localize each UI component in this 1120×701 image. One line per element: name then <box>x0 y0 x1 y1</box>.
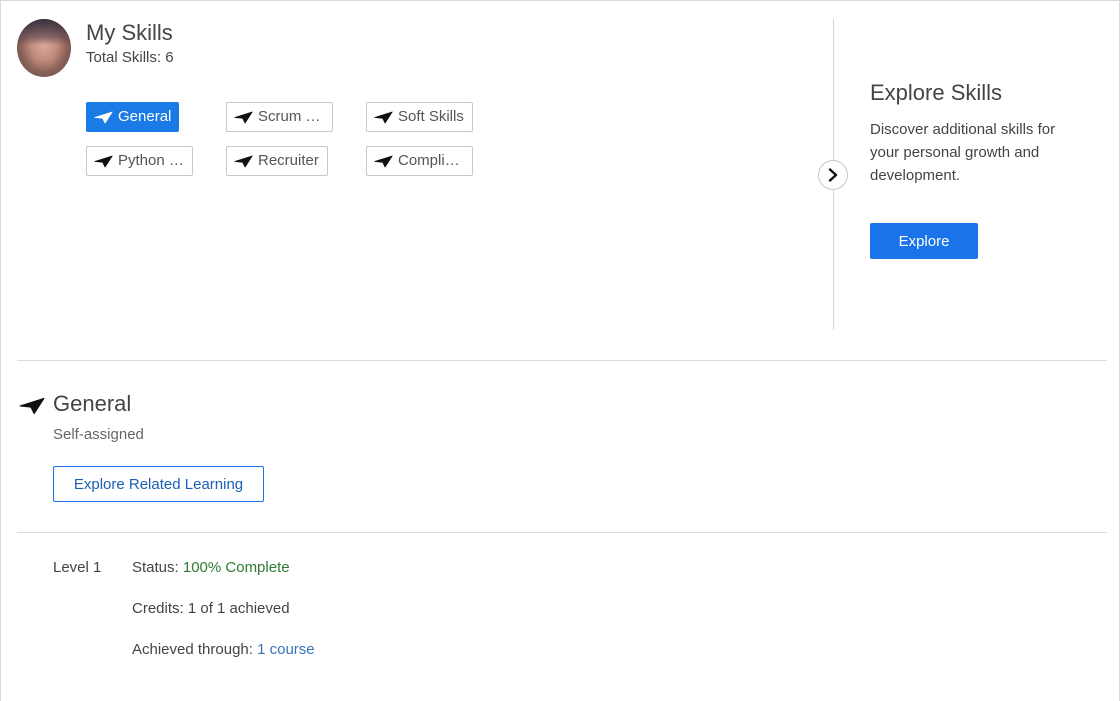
credits-line: Credits: 1 of 1 achieved <box>132 600 290 617</box>
paper-plane-icon <box>374 111 393 124</box>
skill-chip-label: Scrum Master <box>258 108 326 125</box>
paper-plane-icon <box>19 397 45 415</box>
achieved-through-label: Achieved through: <box>132 641 258 658</box>
explore-skills-title: Explore Skills <box>870 80 1003 105</box>
skill-chip-label: Soft Skills <box>398 108 464 125</box>
skill-chip-compliance[interactable]: Compliance <box>366 146 473 176</box>
status-label: Status: <box>132 559 183 576</box>
skill-chip-label: Recruiter <box>258 152 319 169</box>
explore-related-learning-button[interactable]: Explore Related Learning <box>53 466 264 502</box>
explore-skills-description: Discover additional skills for your pers… <box>870 121 1056 184</box>
paper-plane-icon <box>234 111 253 124</box>
status-value: 100% Complete <box>182 559 290 576</box>
page-title: My Skills <box>86 20 173 45</box>
avatar <box>17 19 71 77</box>
skill-chip-label: General <box>118 108 172 125</box>
skill-chip-scrum[interactable]: Scrum Master <box>226 102 333 132</box>
status-line: Status: 100% Complete <box>132 559 290 576</box>
skill-chip-general[interactable]: General <box>86 102 179 132</box>
explore-button[interactable]: Explore <box>870 223 978 259</box>
paper-plane-icon <box>234 155 253 168</box>
carousel-next-button[interactable] <box>818 160 848 190</box>
skill-detail-title: General <box>53 391 132 416</box>
course-link[interactable]: 1 course <box>257 641 315 658</box>
total-skills-count: Total Skills: 6 <box>86 49 174 66</box>
skills-panel: My Skills Total Skills: 6 General Scrum … <box>0 0 1120 701</box>
paper-plane-icon <box>374 155 393 168</box>
skill-detail-subtitle: Self-assigned <box>53 426 144 443</box>
paper-plane-icon <box>94 155 113 168</box>
skill-chip-recruiter[interactable]: Recruiter <box>226 146 328 176</box>
skill-chip-label: Compliance <box>398 152 466 169</box>
paper-plane-icon <box>94 111 113 124</box>
skill-chip-label: Python Developer <box>118 152 186 169</box>
skill-chip-python[interactable]: Python Developer <box>86 146 193 176</box>
section-divider <box>17 532 1107 533</box>
achieved-through-line: Achieved through: 1 course <box>132 641 315 658</box>
section-divider <box>17 360 1107 361</box>
level-label: Level 1 <box>53 559 102 576</box>
chevron-right-icon <box>828 168 838 182</box>
skill-chip-soft-skills[interactable]: Soft Skills <box>366 102 473 132</box>
